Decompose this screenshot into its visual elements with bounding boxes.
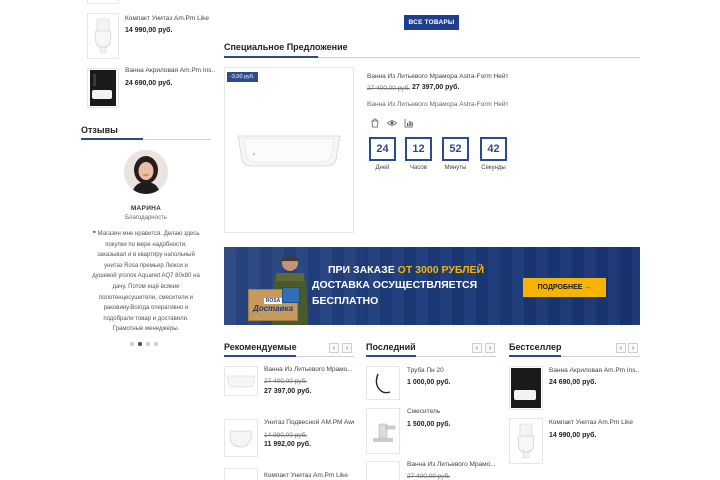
product-name[interactable]: Ванна Акриловая Am.Pm Ins... <box>125 67 215 74</box>
review-line: подобрали товар и доставили. <box>103 315 189 322</box>
product-name[interactable]: Труба Пн 20 <box>407 367 497 374</box>
product-price: 1 500,00 руб. <box>407 421 451 428</box>
product-name[interactable]: Ванна Из Литьевого Мрамо... <box>407 461 497 468</box>
quick-view-icon[interactable] <box>386 118 398 128</box>
product-thumb-bathtub[interactable] <box>366 461 400 480</box>
product-thumb-bathtub[interactable] <box>224 366 258 396</box>
delivery-banner[interactable]: ROSA Доставка ПРИ ЗАКАЗЕ ОТ 3000 РУБЛЕЙ … <box>224 247 640 325</box>
product-name[interactable]: Компакт Унитаз Am.Pm Like <box>549 419 639 426</box>
recommended-next-button[interactable]: › <box>342 343 352 353</box>
product-price: 11 992,00 руб. <box>264 441 312 448</box>
toilet-image <box>94 18 112 54</box>
product-thumb-wall-toilet[interactable] <box>224 419 258 457</box>
review-line: покупки по мере надобности, <box>105 241 187 248</box>
product-old-price: 27 400,00 руб. <box>407 473 451 480</box>
product-thumb-bathtub[interactable] <box>87 68 119 108</box>
latest-next-button[interactable]: › <box>485 343 495 353</box>
banner-line1-prefix: ПРИ ЗАКАЗЕ <box>328 264 398 276</box>
review-line: унитаз Rosa премьер Люкси и <box>104 262 188 269</box>
product-thumb-bathtub[interactable] <box>509 366 543 410</box>
review-line: Грамотные менеджеры. <box>112 326 180 333</box>
product-thumb-pipe[interactable] <box>366 366 400 400</box>
special-offer-description: Ванна Из Литьевого Мрамора Astra-Form Не… <box>367 101 509 108</box>
product-old-price: 14 990,00 руб. <box>264 432 308 439</box>
product-name[interactable]: Компакт Унитаз Am.Pm Like <box>264 472 354 479</box>
special-offer-product-name[interactable]: Ванна Из Литьевого Мрамора Astra-Form Не… <box>367 73 567 80</box>
recommended-title: Рекомендуемые <box>224 342 297 352</box>
product-price: 24 690,00 руб. <box>125 80 173 87</box>
product-price: 27 397,00 руб. <box>264 388 312 395</box>
product-thumb-toilet[interactable] <box>509 418 543 464</box>
review-line: заказывал и в квартиру напольный <box>97 252 195 259</box>
product-price: 1 000,00 руб. <box>407 379 451 386</box>
countdown-hours-label: Часов <box>410 165 427 171</box>
product-name[interactable]: Ванна Из Литьевого Мрамо... <box>264 366 354 373</box>
recommended-prev-button[interactable]: ‹ <box>329 343 339 353</box>
review-line: душевой уголок Aquanet AQ7 80x80 на <box>92 273 200 280</box>
review-line: дачу. Потом ещё всякие <box>112 283 180 290</box>
review-line: полотенцесушители, смесители и <box>99 294 193 301</box>
countdown-days: 24 <box>369 137 396 161</box>
product-thumb-partial[interactable] <box>87 0 119 4</box>
banner-line3: БЕСПЛАТНО <box>312 295 379 307</box>
reviews-divider-accent <box>81 138 143 140</box>
all-products-button[interactable]: ВСЕ ТОВАРЫ <box>404 15 459 30</box>
review-text: ❝ Магазин мне нравится. Делаю здесь поку… <box>84 229 208 335</box>
special-offer-old-price: 27 400,00 руб. <box>367 85 411 92</box>
box-label: Доставка <box>252 303 294 313</box>
banner-line1-highlight: ОТ 3000 РУБЛЕЙ <box>397 264 485 276</box>
reviewer-name: МАРИНА <box>130 205 162 212</box>
banner-line1: ПРИ ЗАКАЗЕ ОТ 3000 РУБЛЕЙ <box>328 264 484 276</box>
carousel-dot-active[interactable] <box>138 342 142 346</box>
product-thumb-toilet[interactable] <box>224 468 258 480</box>
countdown-minutes-label: Минуты <box>444 165 467 171</box>
reviews-title: Отзывы <box>81 125 118 135</box>
special-offer-divider-accent <box>224 56 318 58</box>
special-offer-image[interactable] <box>224 67 354 233</box>
cart-icon[interactable] <box>370 118 380 128</box>
product-price: 14 990,00 руб. <box>549 432 597 439</box>
product-price: 24 690,00 руб. <box>549 379 597 386</box>
carousel-dot[interactable] <box>130 342 134 346</box>
review-line: Магазин мне нравится. Делаю здесь <box>97 231 200 237</box>
product-price: 14 990,00 руб. <box>125 27 173 34</box>
countdown-minutes: 52 <box>442 137 469 161</box>
bestseller-divider-accent <box>509 355 561 357</box>
bestseller-prev-button[interactable]: ‹ <box>616 343 626 353</box>
product-name[interactable]: Компакт Унитаз Am.Pm Like <box>125 15 215 22</box>
product-old-price: 27 400,00 руб. <box>264 378 308 385</box>
reviewer-role: Благодарность <box>125 215 167 221</box>
carousel-dot[interactable] <box>154 342 158 346</box>
review-line: раковину.Всегда оперативно и <box>103 305 189 312</box>
product-thumb-toilet[interactable] <box>87 13 119 59</box>
banner-line2: ДОСТАВКА ОСУЩЕСТВЛЯЕТСЯ <box>312 279 478 291</box>
special-offer-price: 27 397,00 руб. <box>412 84 460 91</box>
latest-title: Последний <box>366 342 416 352</box>
special-offer-title: Специальное Предложение <box>224 42 348 52</box>
product-name[interactable]: Унитаз Подвесной AM.PM Awe <box>264 419 354 426</box>
bestseller-next-button[interactable]: › <box>628 343 638 353</box>
bathtub-dark-image <box>90 70 116 106</box>
latest-divider-accent <box>366 355 416 357</box>
avatar <box>124 150 168 194</box>
product-name[interactable]: Ванна Акриловая Am.Pm Ins... <box>549 367 639 374</box>
discount-badge: -3,00 руб. <box>227 72 258 82</box>
bestseller-title: Бестселлер <box>509 342 562 352</box>
parcel <box>282 287 300 303</box>
bathtub-image <box>237 135 341 167</box>
compare-icon[interactable] <box>404 118 414 128</box>
countdown-seconds: 42 <box>480 137 507 161</box>
carousel-dot[interactable] <box>146 342 150 346</box>
countdown-hours: 12 <box>405 137 432 161</box>
recommended-divider-accent <box>224 355 296 357</box>
banner-more-button[interactable]: ПОДРОБНЕЕ → <box>523 278 606 297</box>
product-thumb-faucet[interactable] <box>366 408 400 454</box>
product-name[interactable]: Смеситель <box>407 408 497 415</box>
countdown-seconds-label: Секунды <box>481 165 506 171</box>
countdown-days-label: Дней <box>375 165 390 171</box>
latest-prev-button[interactable]: ‹ <box>472 343 482 353</box>
